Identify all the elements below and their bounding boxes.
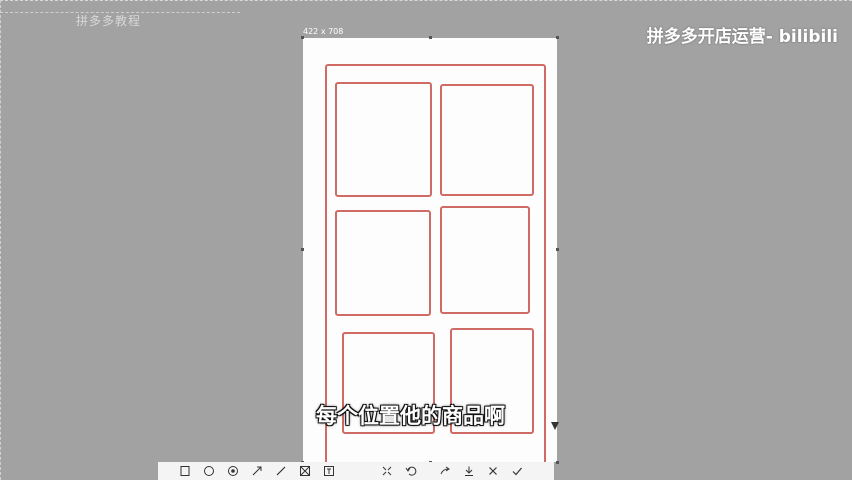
share-tool[interactable] [436, 463, 453, 480]
pen-icon [276, 466, 285, 476]
ellipse-tool[interactable] [200, 463, 217, 480]
close-tool[interactable] [484, 463, 501, 480]
text-icon [323, 466, 334, 476]
circle-icon [203, 466, 214, 476]
marker-tool[interactable] [224, 463, 241, 480]
resize-handle-top-left[interactable] [301, 36, 304, 39]
resize-handle-right[interactable] [556, 248, 559, 251]
mosaic-icon [299, 466, 310, 476]
share-icon [440, 466, 450, 475]
annotation-toolbar [158, 462, 554, 480]
arrow-tool[interactable] [248, 463, 265, 480]
resize-handle-bottom-right[interactable] [556, 461, 559, 464]
undo-icon [405, 466, 416, 476]
resize-handle-top[interactable] [429, 36, 432, 39]
confirm-tool[interactable] [508, 463, 525, 480]
undo-tool[interactable] [402, 463, 419, 480]
resize-handle-left[interactable] [301, 248, 304, 251]
canvas-size-label: 422 x 708 [303, 27, 344, 36]
channel-watermark: 拼多多开店运营- bilibili [646, 27, 838, 47]
video-subtitle: 每个位置他的商品啊 [316, 404, 505, 428]
marker-icon [227, 466, 238, 476]
text-tool[interactable] [320, 463, 337, 480]
pin-icon [382, 466, 391, 476]
product-slot-1 [335, 82, 432, 197]
pen-tool[interactable] [272, 463, 289, 480]
selection-border-top [0, 0, 852, 1]
screenshot-canvas[interactable] [301, 36, 559, 472]
rectangle-tool[interactable] [176, 463, 193, 480]
mouse-cursor [551, 422, 559, 430]
save-tool[interactable] [460, 463, 477, 480]
arrow-icon [252, 466, 261, 476]
top-left-label: 拼多多教程 [76, 14, 142, 28]
selection-border-left [0, 0, 1, 480]
resize-handle-top-right[interactable] [556, 36, 559, 39]
product-slot-4 [440, 206, 530, 314]
save-icon [464, 466, 473, 476]
product-slot-3 [335, 210, 431, 316]
check-icon [512, 467, 522, 476]
mosaic-tool[interactable] [296, 463, 313, 480]
rectangle-icon [180, 466, 189, 476]
product-slot-2 [440, 84, 534, 196]
close-icon [488, 467, 497, 475]
pin-tool[interactable] [378, 463, 395, 480]
